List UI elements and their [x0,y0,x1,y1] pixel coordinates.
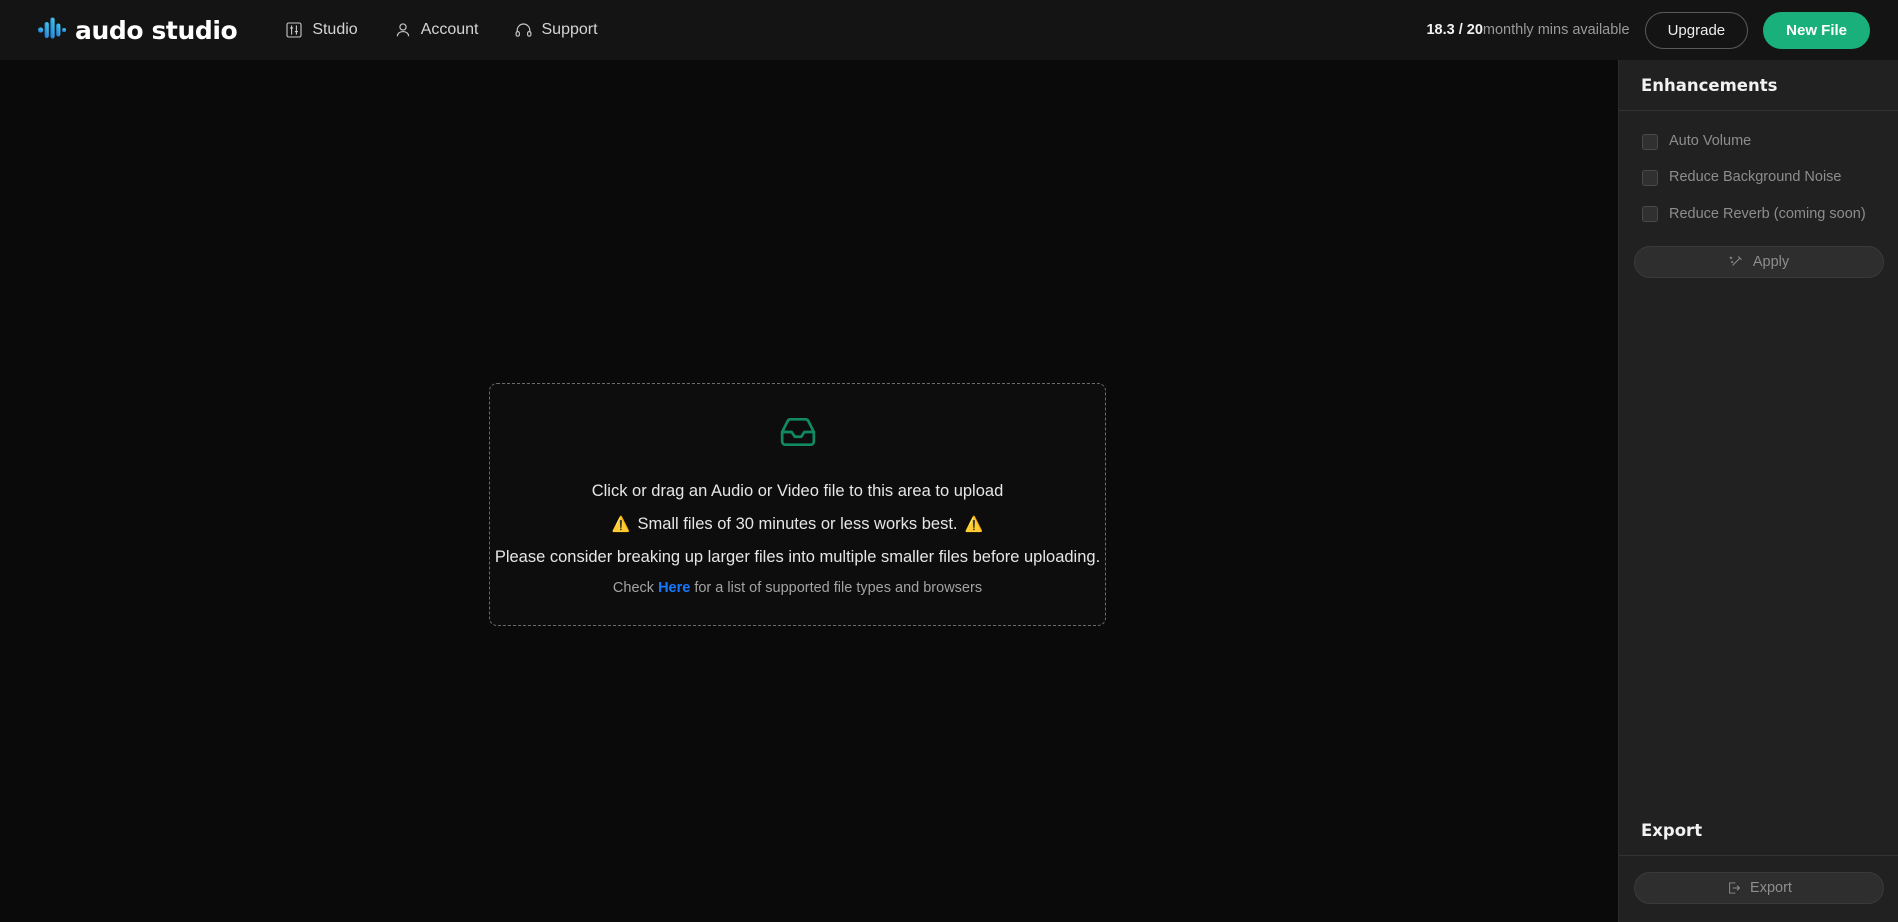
dropzone-warning-text: ⚠️ Small files of 30 minutes or less wor… [612,515,983,534]
editor-canvas: Click or drag an Audio or Video file to … [0,60,1618,922]
main-nav: Studio Account Support [285,21,598,39]
nav-item-studio[interactable]: Studio [285,21,358,39]
nav-label-studio: Studio [312,21,358,38]
right-sidebar: Enhancements Auto Volume Reduce Backgrou… [1618,60,1898,922]
checkbox-label-reduce-reverb: Reduce Reverb (coming soon) [1669,205,1866,222]
enhancements-body: Auto Volume Reduce Background Noise Redu… [1619,111,1898,279]
top-header: audo studio Studio Account Support 18.3 … [0,0,1898,60]
warning-icon-right: ⚠️ [964,516,984,533]
dropzone-advice-text: Please consider breaking up larger files… [494,548,1101,566]
nav-label-support: Support [541,21,598,38]
magic-wand-icon [1729,255,1744,270]
checkbox-reduce-reverb[interactable] [1642,206,1658,223]
export-title: Export [1641,821,1703,840]
checkbox-row-auto-volume[interactable]: Auto Volume [1634,127,1883,156]
body-row: Click or drag an Audio or Video file to … [0,60,1898,922]
enhancements-title: Enhancements [1641,76,1778,95]
warning-icon-left: ⚠️ [611,516,631,533]
apply-button-label: Apply [1752,254,1790,271]
checkbox-row-reduce-reverb[interactable]: Reduce Reverb (coming soon) [1634,200,1883,229]
waveform-icon [38,16,66,45]
headphones-icon [515,21,533,39]
dropzone-help-text: Check Here for a list of supported file … [613,580,982,596]
apply-button[interactable]: Apply [1634,246,1884,279]
nav-item-account[interactable]: Account [394,21,479,39]
export-arrow-icon [1726,881,1741,896]
checkbox-label-reduce-background-noise: Reduce Background Noise [1669,169,1842,186]
panel-spacer [1619,278,1898,805]
help-suffix: for a list of supported file types and b… [690,580,983,596]
header-actions: 18.3 / 20monthly mins available Upgrade … [1426,11,1870,49]
new-file-button[interactable]: New File [1763,11,1870,49]
inbox-tray-icon [779,413,817,456]
usage-amount: 18.3 / 20 [1426,22,1483,38]
usage-indicator: 18.3 / 20monthly mins available [1426,22,1629,38]
enhancements-header: Enhancements [1619,60,1898,111]
checkbox-auto-volume[interactable] [1642,133,1658,150]
usage-suffix: monthly mins available [1482,22,1630,38]
export-header: Export [1619,805,1898,856]
dropzone-primary-text: Click or drag an Audio or Video file to … [591,482,1004,500]
checkbox-label-auto-volume: Auto Volume [1669,133,1752,149]
file-upload-dropzone[interactable]: Click or drag an Audio or Video file to … [489,383,1106,626]
app-logo[interactable]: audo studio [38,15,238,45]
checkbox-row-reduce-background-noise[interactable]: Reduce Background Noise [1634,163,1883,192]
export-button[interactable]: Export [1634,872,1884,904]
app-root: audo studio Studio Account Support 18.3 … [0,0,1898,922]
export-button-label: Export [1750,880,1792,896]
sliders-icon [285,21,303,39]
checkbox-reduce-background-noise[interactable] [1642,170,1658,187]
logo-wordmark: audo studio [75,15,238,45]
nav-item-support[interactable]: Support [515,21,598,39]
supported-types-link[interactable]: Here [658,580,690,596]
user-icon [394,21,412,39]
help-prefix: Check [612,580,659,596]
nav-label-account: Account [420,21,479,38]
dropzone-warning-label: Small files of 30 minutes or less works … [637,515,958,533]
export-body: Export [1619,856,1898,922]
upgrade-button[interactable]: Upgrade [1644,11,1749,49]
